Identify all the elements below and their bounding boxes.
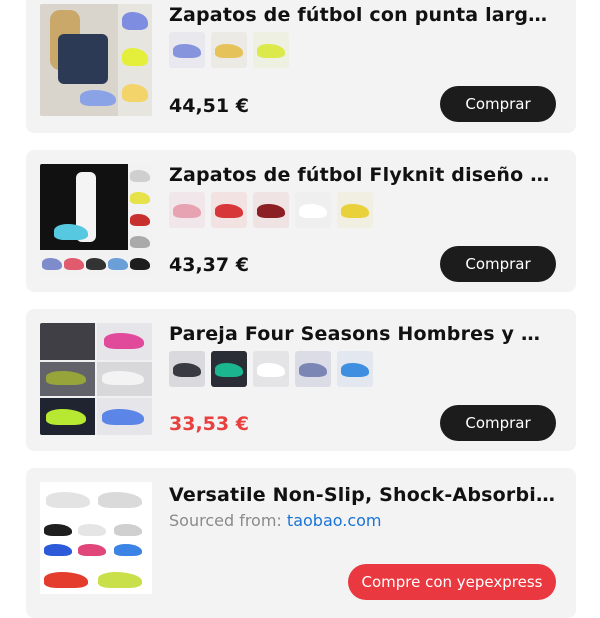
variant-thumbnail[interactable] (253, 192, 289, 228)
variant-thumbnail[interactable] (211, 351, 247, 387)
product-card[interactable]: Zapatos de fútbol Flyknit diseño de... 4… (26, 150, 576, 292)
product-title[interactable]: Zapatos de fútbol Flyknit diseño de... (169, 164, 558, 186)
product-price: 44,51 € (169, 95, 249, 117)
buy-with-yepexpress-button[interactable]: Compre con yepexpress (348, 564, 556, 600)
product-price: 33,53 € (169, 413, 249, 435)
variant-thumbnail[interactable] (295, 351, 331, 387)
product-title[interactable]: Zapatos de fútbol con punta larga b... (169, 4, 558, 26)
product-image[interactable] (40, 482, 152, 594)
buy-button[interactable]: Comprar (440, 246, 556, 282)
sourced-from-label: Sourced from: (169, 511, 282, 530)
product-title[interactable]: Pareja Four Seasons Hombres y Mall... (169, 323, 558, 345)
product-image[interactable] (40, 323, 152, 435)
buy-button[interactable]: Comprar (440, 405, 556, 441)
sourced-from: Sourced from: taobao.com (169, 511, 382, 530)
variant-thumbnail[interactable] (169, 351, 205, 387)
variant-thumbnail[interactable] (253, 351, 289, 387)
buy-button[interactable]: Comprar (440, 86, 556, 122)
variant-thumbnail[interactable] (169, 32, 205, 68)
product-price: 43,37 € (169, 254, 249, 276)
variant-thumbnails (169, 192, 373, 228)
variant-thumbnail[interactable] (253, 32, 289, 68)
variant-thumbnails (169, 351, 373, 387)
variant-thumbnail[interactable] (337, 351, 373, 387)
product-card[interactable]: Zapatos de fútbol con punta larga b... 4… (26, 0, 576, 133)
source-link[interactable]: taobao.com (287, 511, 382, 530)
variant-thumbnail[interactable] (211, 192, 247, 228)
variant-thumbnail[interactable] (295, 192, 331, 228)
variant-thumbnail[interactable] (169, 192, 205, 228)
product-image[interactable] (40, 4, 152, 116)
product-image[interactable] (40, 164, 152, 276)
product-card[interactable]: Pareja Four Seasons Hombres y Mall... 33… (26, 309, 576, 451)
variant-thumbnail[interactable] (337, 192, 373, 228)
variant-thumbnail[interactable] (211, 32, 247, 68)
variant-thumbnails (169, 32, 289, 68)
product-card[interactable]: Versatile Non-Slip, Shock-Absorbin... So… (26, 468, 576, 618)
product-title[interactable]: Versatile Non-Slip, Shock-Absorbin... (169, 484, 558, 506)
